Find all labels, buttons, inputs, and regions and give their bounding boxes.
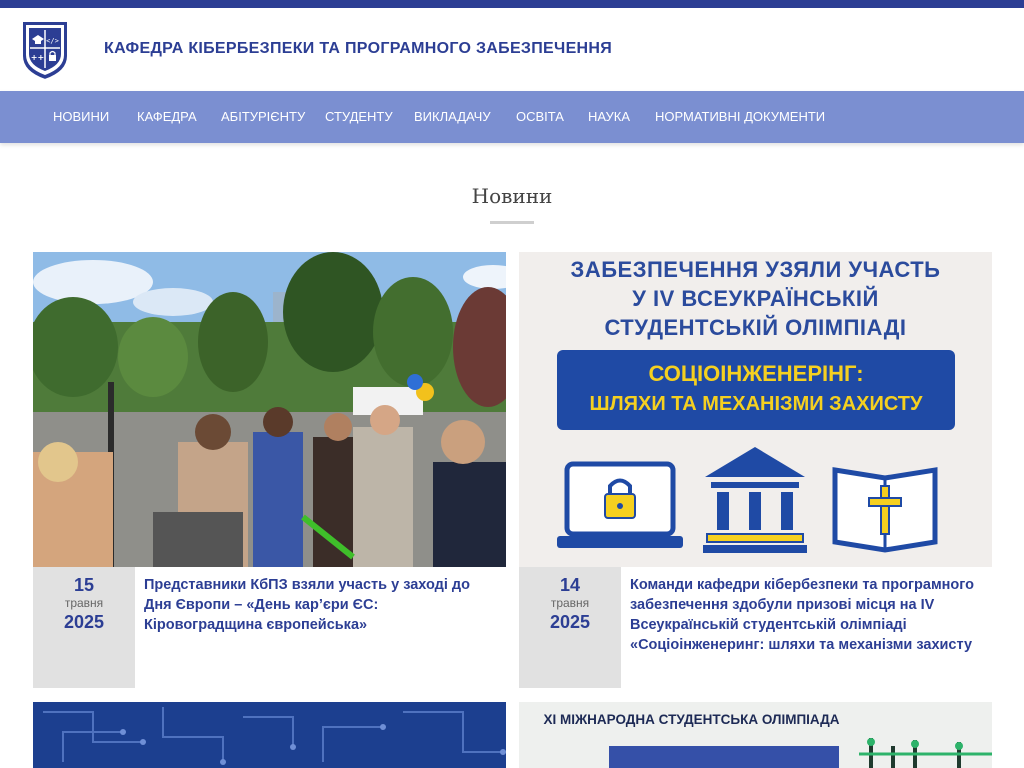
nav-item-regulations[interactable]: НОРМАТИВНІ ДОКУМЕНТИ: [655, 91, 825, 143]
banner-topic-line: ШЛЯХИ ТА МЕХАНІЗМИ ЗАХИСТУ: [589, 393, 923, 415]
news-card-partial[interactable]: XI МІЖНАРОДНА СТУДЕНТСЬКА ОЛІМПІАДА: [519, 702, 992, 768]
news-image-olympiad-banner[interactable]: ЗАБЕЗПЕЧЕННЯ УЗЯЛИ УЧАСТЬ У IV ВСЕУКРАЇН…: [519, 252, 992, 567]
nav-item-department[interactable]: КАФЕДРА: [137, 91, 197, 143]
nav-item-teacher[interactable]: ВИКЛАДАЧУ: [414, 91, 491, 143]
news-card-partial[interactable]: [33, 702, 506, 768]
site-title[interactable]: КАФЕДРА КІБЕРБЕЗПЕКИ ТА ПРОГРАМНОГО ЗАБЕ…: [104, 40, 612, 58]
institution-icon: [703, 447, 807, 553]
outdoor-event-photo: [33, 252, 506, 567]
banner-topic-box: СОЦІОІНЖЕНЕРІНГ: ШЛЯХИ ТА МЕХАНІЗМИ ЗАХИ…: [557, 350, 955, 430]
banner-topic-line: СОЦІОІНЖЕНЕРІНГ:: [648, 361, 864, 386]
top-accent-strip: [0, 0, 1024, 8]
banner-line: СТУДЕНТСЬКІЙ ОЛІМПІАДІ: [604, 315, 907, 340]
nav-item-news[interactable]: НОВИНИ: [53, 91, 109, 143]
date-month: травня: [550, 596, 590, 610]
nav-item-science[interactable]: НАУКА: [588, 91, 630, 143]
news-card[interactable]: 15 травня 2025 Представники КбПЗ взяли у…: [33, 252, 506, 688]
circuit-pattern-image: [33, 702, 506, 768]
date-day: 14: [559, 575, 581, 595]
section-title: Новини: [471, 184, 553, 208]
circuit-decoration-icon: [609, 738, 992, 768]
shield-logo-icon[interactable]: </> ++: [19, 18, 71, 82]
date-year: 2025: [549, 612, 591, 632]
news-date: 15 травня 2025: [33, 567, 135, 688]
news-title-link[interactable]: Представники КбПЗ взяли участь у заході …: [144, 575, 499, 635]
news-date: 14 травня 2025: [519, 567, 621, 688]
date-day: 15: [73, 575, 95, 595]
section-underline: [490, 221, 534, 224]
banner-line: ЗАБЕЗПЕЧЕННЯ УЗЯЛИ УЧАСТЬ: [570, 257, 941, 282]
logo-plus-glyph: ++: [31, 53, 44, 62]
laptop-lock-icon: [557, 461, 683, 548]
nav-item-student[interactable]: СТУДЕНТУ: [325, 91, 393, 143]
date-year: 2025: [63, 612, 105, 632]
banner-line: У IV ВСЕУКРАЇНСЬКІЙ: [632, 286, 879, 311]
news-card[interactable]: ЗАБЕЗПЕЧЕННЯ УЗЯЛИ УЧАСТЬ У IV ВСЕУКРАЇН…: [519, 252, 992, 688]
book-cross-icon: [832, 467, 938, 553]
site-header: </> ++ КАФЕДРА КІБЕРБЕЗПЕКИ ТА ПРОГРАМНО…: [0, 8, 1024, 91]
main-nav: НОВИНИ КАФЕДРА АБІТУРІЄНТУ СТУДЕНТУ ВИКЛ…: [0, 91, 1024, 143]
news-title-link[interactable]: Команди кафедри кібербезпеки та програмн…: [630, 575, 985, 655]
date-month: травня: [64, 596, 104, 610]
logo-code-glyph: </>: [46, 37, 59, 45]
nav-item-applicant[interactable]: АБІТУРІЄНТУ: [221, 91, 305, 143]
news-image-event-photo[interactable]: [33, 252, 506, 567]
nav-item-education[interactable]: ОСВІТА: [516, 91, 564, 143]
